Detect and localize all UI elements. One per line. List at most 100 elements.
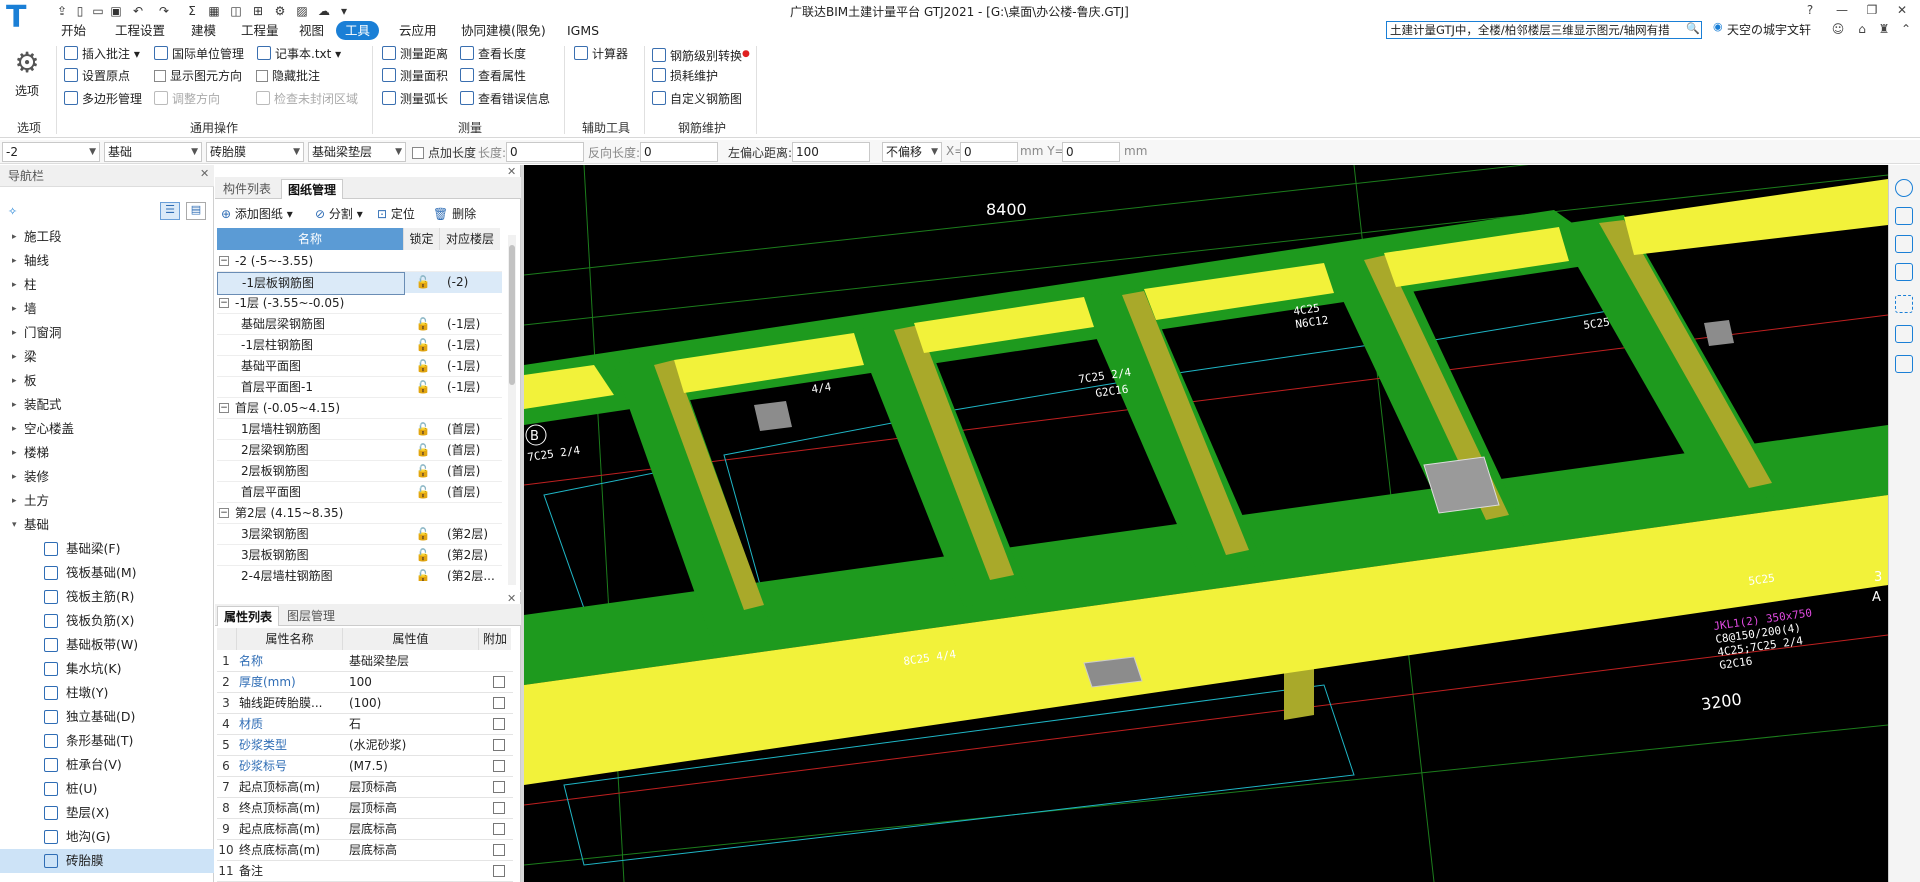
adjust-direction-button[interactable]: 调整方向 [154,89,220,109]
property-row[interactable]: 3 轴线距砖胎膜... (100) [217,693,513,714]
user-name[interactable]: 天空の城宇文轩 [1727,21,1811,38]
property-row[interactable]: 6 砂浆标号 (M7.5) [217,756,513,777]
view-attributes-button[interactable]: 查看属性 [460,66,526,86]
measure-area-button[interactable]: 测量面积 [382,66,448,86]
drawing-scrollbar[interactable] [508,235,516,585]
nav-item[interactable]: ▸ 施工段 [0,225,214,249]
tab-layer-mgmt[interactable]: 图层管理 [281,606,341,626]
close-icon[interactable]: ✕ [1892,2,1912,18]
extra-checkbox[interactable] [493,865,505,877]
settings-icon[interactable]: ⚙ [272,3,288,19]
lock-icon[interactable]: 🔓 [405,566,441,581]
home-icon[interactable]: ⌂ [1852,21,1872,37]
redo-icon[interactable]: ↷ [156,3,172,19]
display-settings-icon[interactable] [1895,325,1913,343]
chevron-right-icon[interactable]: ▸ [12,249,17,273]
chevron-right-icon[interactable]: ▸ [12,273,17,297]
floor-select[interactable]: -2 ▼ [2,142,100,162]
lock-icon[interactable]: 🔓 [405,419,441,440]
drawing-group-row[interactable]: − -1层 (-3.55~-0.05) [217,293,502,314]
extra-checkbox[interactable] [493,739,505,751]
nav-sub-item[interactable]: 地沟(G) [0,825,214,849]
property-value[interactable]: 100 [345,672,477,693]
drawing-row[interactable]: 3层梁钢筋图 🔓 (第2层) [217,524,502,545]
col-header-floor[interactable]: 对应楼层 [439,228,500,250]
measure-distance-button[interactable]: 测量距离 [382,44,448,64]
nav-sub-item[interactable]: 桩承台(V) [0,753,214,777]
view-length-button[interactable]: 查看长度 [460,44,526,64]
drawing-row[interactable]: 2-4层墙柱钢筋图 🔓 (第2层... [217,566,502,581]
collapse-icon[interactable]: − [219,508,229,518]
shirt-icon[interactable]: ♜ [1874,21,1894,37]
chevron-right-icon[interactable]: ▸ [12,441,17,465]
help-icon[interactable]: ? [1800,2,1820,18]
drawing-row[interactable]: 基础平面图 🔓 (-1层) [217,356,502,377]
nav-item[interactable]: ▸ 楼梯 [0,441,214,465]
nav-item[interactable]: ▸ 墙 [0,297,214,321]
tab-component-list[interactable]: 构件列表 [217,179,277,199]
drawing-row[interactable]: 首层平面图 🔓 (首层) [217,482,502,503]
tab-property-list[interactable]: 属性列表 [217,606,280,626]
collapse-icon[interactable]: − [219,403,229,413]
lock-icon[interactable]: 🔓 [405,440,441,461]
property-row[interactable]: 8 终点顶标高(m) 层顶标高 [217,798,513,819]
polygon-mgmt-button[interactable]: 多边形管理 [64,89,142,109]
menu-modeling[interactable]: 建模 [182,21,225,40]
col-header-lock[interactable]: 锁定 [403,228,439,250]
property-value[interactable]: 层顶标高 [345,798,477,819]
drawing-row[interactable]: 2层梁钢筋图 🔓 (首层) [217,440,502,461]
col-header-name[interactable]: 名称 [217,228,403,250]
reverse-length-input[interactable]: 0 [640,142,718,162]
chevron-down-icon[interactable]: ▾ [12,513,17,537]
nav-item[interactable]: ▸ 空心楼盖 [0,417,214,441]
tab-drawing-mgmt[interactable]: 图纸管理 [281,179,344,199]
nav-item[interactable]: ▸ 门窗洞 [0,321,214,345]
drawing-row[interactable]: -1层柱钢筋图 🔓 (-1层) [217,335,502,356]
options-button[interactable]: 选项 [15,82,39,99]
grid-icon[interactable]: ⊞ [250,3,266,19]
checkbox-icon[interactable] [154,70,166,82]
model-canvas[interactable]: 8400 3200 33 B 3 A 4C25 N6C12 5C25 7C25 … [524,165,1888,882]
left-offset-input[interactable]: 100 [792,142,870,162]
collapse-icon[interactable]: − [219,256,229,266]
nav-sub-item[interactable]: 砖胎膜 [0,849,214,873]
length-input[interactable]: 0 [506,142,584,162]
property-value[interactable]: (水泥砂浆) [345,735,477,756]
lock-icon[interactable]: 🔓 [405,482,441,503]
menu-start[interactable]: 开始 [52,21,95,40]
property-value[interactable]: 石 [345,714,477,735]
nav-close-icon[interactable]: ✕ [200,167,209,180]
menu-view[interactable]: 视图 [290,21,333,40]
drawing-group-row[interactable]: − -2 (-5~-3.55) [217,251,502,272]
menu-quantities[interactable]: 工程量 [232,21,288,40]
chevron-right-icon[interactable]: ▸ [12,321,17,345]
extra-checkbox[interactable] [493,823,505,835]
property-value[interactable]: 层底标高 [345,840,477,861]
property-row[interactable]: 9 起点底标高(m) 层底标高 [217,819,513,840]
category-select[interactable]: 基础 ▼ [104,142,202,162]
scrollbar-thumb[interactable] [509,245,515,385]
sum-icon[interactable]: Σ [184,3,200,19]
offset-mode-select[interactable]: 不偏移 ▼ [882,142,942,162]
y-input[interactable]: 0 [1062,142,1120,162]
nav-sub-item[interactable]: 筏板主筋(R) [0,585,214,609]
extra-checkbox[interactable] [493,718,505,730]
notepad-button[interactable]: 记事本.txt ▾ [257,44,341,64]
chevron-right-icon[interactable]: ▸ [12,489,17,513]
lock-icon[interactable]: 🔓 [405,314,441,335]
component-select[interactable]: 基础梁垫层 ▼ [308,142,406,162]
minimize-icon[interactable]: — [1832,2,1852,18]
nav-item[interactable]: ▸ 梁 [0,345,214,369]
extra-checkbox[interactable] [493,802,505,814]
lock-icon[interactable]: 🔓 [405,377,441,398]
cloud-icon[interactable]: ☁ [316,3,332,19]
drawing-group-row[interactable]: − 首层 (-0.05~4.15) [217,398,502,419]
drawing-row[interactable]: 首层平面图-1 🔓 (-1层) [217,377,502,398]
property-value[interactable]: (M7.5) [345,756,477,777]
nav-item[interactable]: ▸ 轴线 [0,249,214,273]
drawing-row[interactable]: -1层板钢筋图 🔓 (-2) [217,272,502,295]
type-select[interactable]: 砖胎膜 ▼ [206,142,304,162]
nav-item[interactable]: ▸ 装修 [0,465,214,489]
open-folder-icon[interactable]: ▭ [90,3,106,19]
property-value[interactable]: 层顶标高 [345,777,477,798]
